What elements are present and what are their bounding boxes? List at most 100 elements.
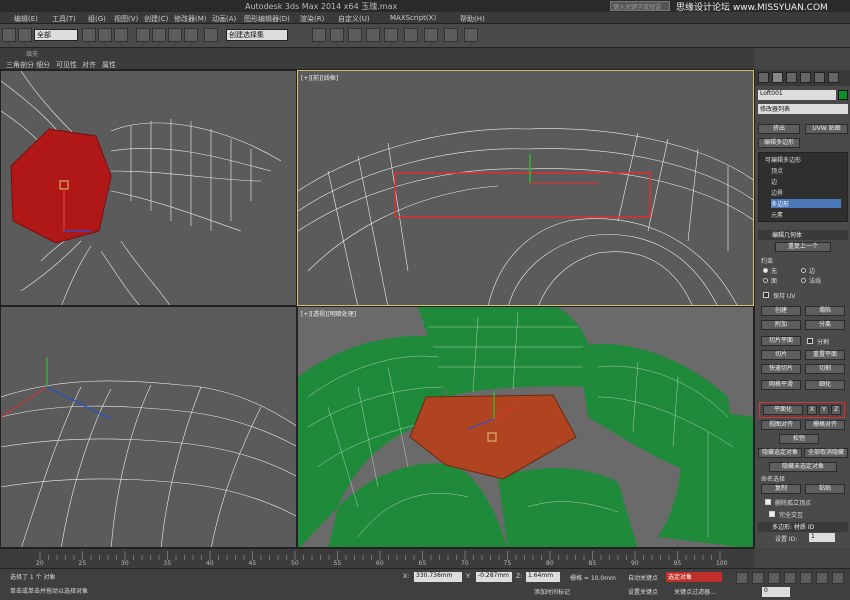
menu-help[interactable]: 帮助(H) xyxy=(460,14,485,24)
next-frame-icon[interactable] xyxy=(784,572,796,584)
edit-geometry-rollout[interactable]: 编辑几何体 xyxy=(758,230,848,240)
planar-x-button[interactable]: X xyxy=(807,405,817,415)
motion-tab-icon[interactable] xyxy=(800,72,811,83)
render-setup-icon[interactable] xyxy=(424,28,438,42)
hide-selected-button[interactable]: 隐藏选定对象 xyxy=(758,448,802,458)
ribbon-properties[interactable]: 属性 xyxy=(102,60,116,70)
viewport-bottom-left[interactable] xyxy=(0,306,297,548)
align-icon[interactable] xyxy=(312,28,326,42)
x-coordinate-field[interactable]: 330.736mm xyxy=(414,572,462,582)
menu-create[interactable]: 创建(C) xyxy=(144,14,168,24)
search-input[interactable]: 键入关键字或短语 xyxy=(610,1,670,11)
y-coordinate-field[interactable]: -0.287mm xyxy=(476,572,512,582)
ribbon-align[interactable]: 对齐 xyxy=(82,60,96,70)
copy-button[interactable]: 复制 xyxy=(761,484,801,494)
menu-rendering[interactable]: 渲染(R) xyxy=(300,14,324,24)
play-icon[interactable] xyxy=(768,572,780,584)
z-coordinate-field[interactable]: 1.64mm xyxy=(526,572,560,582)
repeat-last-button[interactable]: 重复上一个 xyxy=(775,242,831,252)
add-time-tag[interactable]: 添加时间标记 xyxy=(534,587,570,596)
make-planar-button[interactable]: 平面化 xyxy=(763,405,803,415)
hide-unselected-button[interactable]: 隐藏未选定对象 xyxy=(769,462,837,472)
ribbon-subdivide[interactable]: 细分 xyxy=(36,60,50,70)
rotate-icon[interactable] xyxy=(114,28,128,42)
front-viewport-label[interactable]: [+][前][线框] xyxy=(301,73,338,82)
selection-filter-select[interactable]: 全部 xyxy=(34,29,78,41)
preserve-uv-checkbox[interactable] xyxy=(763,292,769,298)
menu-customize[interactable]: 自定义(U) xyxy=(338,14,370,24)
object-name-field[interactable]: Loft001 xyxy=(758,90,836,100)
selection-set-select[interactable]: 创建选择集 xyxy=(226,29,288,41)
spinner-snap-icon[interactable] xyxy=(184,28,198,42)
material-editor-icon[interactable] xyxy=(404,28,418,42)
set-key-label[interactable]: 设置关键点 xyxy=(628,587,658,596)
select-object-icon[interactable] xyxy=(18,28,32,42)
menu-maxscript[interactable]: MAXScript(X) xyxy=(390,14,436,22)
set-id-input[interactable]: 1 xyxy=(809,533,835,542)
stack-element[interactable]: 元素 xyxy=(771,210,783,219)
create-tab-icon[interactable] xyxy=(758,72,769,83)
ribbon-tessellate[interactable]: 三角剖分 xyxy=(6,60,34,70)
msmooth-button[interactable]: 网格平滑 xyxy=(761,380,801,390)
render-frame-icon[interactable] xyxy=(444,28,458,42)
constraint-normal-radio[interactable] xyxy=(801,278,806,283)
stack-edge[interactable]: 边 xyxy=(771,177,777,186)
move-icon[interactable] xyxy=(98,28,112,42)
viewport-front[interactable]: [+][前][线框] xyxy=(297,70,754,306)
perspective-viewport-label[interactable]: [+][透视][明暗处理] xyxy=(301,309,356,318)
undo-icon[interactable] xyxy=(2,28,16,42)
menu-tools[interactable]: 工具(T) xyxy=(52,14,76,24)
angle-snap-icon[interactable] xyxy=(152,28,166,42)
cut-button[interactable]: 切割 xyxy=(805,364,845,374)
zoom-extents-icon[interactable] xyxy=(816,572,828,584)
slice-plane-button[interactable]: 切片平面 xyxy=(761,336,801,346)
ribbon-toggle-icon[interactable] xyxy=(348,28,362,42)
mirror-icon[interactable] xyxy=(204,28,218,42)
menu-edit[interactable]: 编辑(E) xyxy=(14,14,38,24)
menu-animation[interactable]: 动画(A) xyxy=(212,14,236,24)
menu-group[interactable]: 组(G) xyxy=(88,14,106,24)
utilities-tab-icon[interactable] xyxy=(828,72,839,83)
percent-snap-icon[interactable] xyxy=(168,28,182,42)
snap-icon[interactable] xyxy=(136,28,150,42)
stack-polygon[interactable]: 多边形 xyxy=(771,199,841,208)
attach-button[interactable]: 附加 xyxy=(761,320,801,330)
current-frame-field[interactable]: 0 xyxy=(762,587,790,597)
planar-z-button[interactable]: Z xyxy=(831,405,841,415)
planar-y-button[interactable]: Y xyxy=(819,405,829,415)
stack-border[interactable]: 边界 xyxy=(771,188,783,197)
go-to-start-icon[interactable] xyxy=(736,572,748,584)
schematic-icon[interactable] xyxy=(384,28,398,42)
object-color-swatch[interactable] xyxy=(838,90,848,100)
delete-isolated-checkbox[interactable] xyxy=(765,499,771,505)
view-align-button[interactable]: 视图对齐 xyxy=(761,420,801,430)
viewport-top-left[interactable] xyxy=(0,70,297,306)
hierarchy-tab-icon[interactable] xyxy=(786,72,797,83)
constraint-none-radio[interactable] xyxy=(763,268,768,273)
modifier-list-select[interactable]: 修改器列表 xyxy=(758,104,848,114)
selected-object-select[interactable]: 选定对象 xyxy=(666,572,722,582)
stack-root[interactable]: 可编辑多边形 xyxy=(765,155,801,164)
extrude-button[interactable]: 挤出 xyxy=(758,124,800,134)
ribbon-visibility[interactable]: 可见性 xyxy=(56,60,77,70)
key-filters-button[interactable]: 关键点过滤器... xyxy=(674,587,716,596)
stack-vertex[interactable]: 顶点 xyxy=(771,166,783,175)
unhide-all-button[interactable]: 全部取消隐藏 xyxy=(804,448,848,458)
render-icon[interactable] xyxy=(464,28,478,42)
split-checkbox[interactable] xyxy=(807,338,813,344)
timeline[interactable]: 20 25 30 35 40 45 50 55 60 65 70 75 80 85 90 95 100 xyxy=(0,548,754,568)
detach-button[interactable]: 分离 xyxy=(805,320,845,330)
curve-editor-icon[interactable] xyxy=(366,28,380,42)
select-region-icon[interactable] xyxy=(82,28,96,42)
paste-button[interactable]: 粘贴 xyxy=(805,484,845,494)
layer-icon[interactable] xyxy=(330,28,344,42)
material-ids-rollout[interactable]: 多边形: 材质 ID xyxy=(758,522,848,532)
go-to-end-icon[interactable] xyxy=(800,572,812,584)
tessellate-button[interactable]: 细化 xyxy=(805,380,845,390)
edit-poly-button[interactable]: 编辑多边形 xyxy=(758,138,800,148)
pan-view-icon[interactable] xyxy=(832,572,844,584)
collapse-button[interactable]: 塌陷 xyxy=(805,306,845,316)
constraint-edge-radio[interactable] xyxy=(801,268,806,273)
slice-button[interactable]: 切片 xyxy=(761,350,801,360)
grid-align-button[interactable]: 栅格对齐 xyxy=(805,420,845,430)
